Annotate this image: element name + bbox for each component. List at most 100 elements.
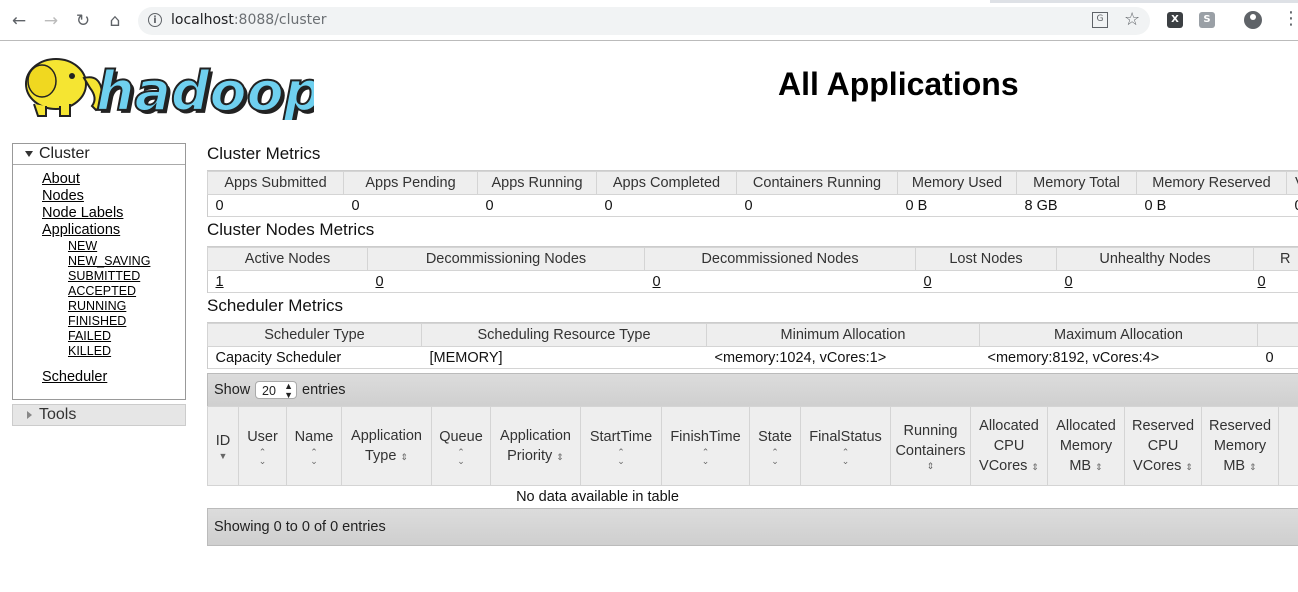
table-info-bar: Showing 0 to 0 of 0 entries <box>207 508 1298 546</box>
tools-label: Tools <box>39 406 77 423</box>
browser-toolbar: ← → ↻ ⌂ i localhost:8088/cluster G ☆ X S… <box>0 0 1298 41</box>
col-reserved-cpu-vcores[interactable]: Reserved CPU VCores ⇕ <box>1124 406 1202 486</box>
hadoop-logo[interactable]: hadoop hadoop <box>14 48 325 126</box>
col-id[interactable]: ID ▼ <box>207 406 239 486</box>
col-allocated-cpu-vcores[interactable]: Allocated CPU VCores ⇕ <box>970 406 1048 486</box>
extension-x-icon[interactable]: X <box>1167 12 1183 28</box>
col-active-nodes: Active Nodes <box>207 247 368 271</box>
sidebar-link-node-labels[interactable]: Node Labels <box>42 205 185 222</box>
table-row: Capacity Scheduler [MEMORY] <memory:1024… <box>207 346 1298 369</box>
sidebar-link-about[interactable]: About <box>42 171 185 188</box>
url-path: :8088/cluster <box>233 12 327 28</box>
col-running-containers-label-1: Running <box>903 423 958 439</box>
cluster-panel: Cluster About Nodes Node Labels Applicat… <box>12 143 186 400</box>
col-state-label: State <box>758 428 792 445</box>
col-reserved-memory-mb[interactable]: Reserved Memory MB ⇕ <box>1201 406 1279 486</box>
col-finalstatus[interactable]: FinalStatus ⌃ ⌄ <box>800 406 891 486</box>
col-user[interactable]: User ⌃ ⌄ <box>238 406 287 486</box>
col-application-priority[interactable]: Application Priority ⇕ <box>490 406 581 486</box>
col-apps-completed: Apps Completed <box>596 171 737 195</box>
link-lost-nodes[interactable]: 0 <box>924 274 932 290</box>
cell-scheduler-type: Capacity Scheduler <box>207 346 422 369</box>
browser-menu-icon[interactable]: ⋮ <box>1282 9 1298 29</box>
link-active-nodes[interactable]: 1 <box>216 274 224 290</box>
sidebar-link-scheduler[interactable]: Scheduler <box>42 369 185 386</box>
cell-apps-pending: 0 <box>343 194 478 217</box>
col-alloc-mem-label-1: Allocated <box>1056 417 1116 434</box>
home-icon[interactable]: ⌂ <box>104 10 126 32</box>
sort-icon: ⇕ <box>556 451 564 462</box>
scheduler-metrics-table: Scheduler Type Scheduling Resource Type … <box>207 323 1298 369</box>
sidebar-link-killed[interactable]: KILLED <box>68 344 185 359</box>
col-application-type[interactable]: Application Type ⇕ <box>341 406 432 486</box>
col-apps-running: Apps Running <box>477 171 597 195</box>
empty-message-text: No data available in table <box>516 489 679 505</box>
sort-icon: ⇕ <box>926 461 935 471</box>
sort-icon: ⇕ <box>1185 461 1193 472</box>
sort-icon: ⇕ <box>1249 461 1257 472</box>
cell-decommissioned-nodes: 0 <box>644 270 916 293</box>
link-unhealthy-nodes[interactable]: 0 <box>1065 274 1073 290</box>
sort-icon: ⌃ ⌄ <box>258 446 267 466</box>
col-running-containers[interactable]: Running Containers ⇕ <box>890 406 971 486</box>
sidebar-link-new-saving[interactable]: NEW_SAVING <box>68 254 185 269</box>
col-res-cpu-label-3: VCores <box>1133 457 1182 474</box>
col-application-type-label-1: Application <box>351 427 422 444</box>
tools-section-header[interactable]: Tools <box>12 404 186 426</box>
active-tab[interactable] <box>0 0 990 3</box>
site-info-icon[interactable]: i <box>148 13 162 27</box>
col-finishtime[interactable]: FinishTime ⌃ ⌄ <box>661 406 750 486</box>
link-decommissioned-nodes[interactable]: 0 <box>653 274 661 290</box>
cell-minimum-allocation: <memory:1024, vCores:1> <box>706 346 980 369</box>
col-decommissioned-nodes: Decommissioned Nodes <box>644 247 916 271</box>
cluster-section-header[interactable]: Cluster <box>13 144 185 165</box>
col-state[interactable]: State ⌃ ⌄ <box>749 406 801 486</box>
col-memory-reserved: Memory Reserved <box>1136 171 1287 195</box>
sort-icon: ⌃ ⌄ <box>617 446 625 466</box>
col-starttime[interactable]: StartTime ⌃ ⌄ <box>580 406 662 486</box>
page-title: All Applications <box>778 66 1019 102</box>
sidebar-link-new[interactable]: NEW <box>68 239 185 254</box>
sidebar-link-failed[interactable]: FAILED <box>68 329 185 344</box>
sort-icon: ⇕ <box>1031 461 1039 472</box>
link-rebooted-nodes[interactable]: 0 <box>1258 274 1266 290</box>
col-user-label: User <box>247 428 278 445</box>
sidebar-link-nodes[interactable]: Nodes <box>42 188 185 205</box>
back-icon[interactable]: ← <box>8 10 30 32</box>
cell-memory-reserved: 0 B <box>1136 194 1287 217</box>
translate-icon[interactable]: G <box>1092 12 1108 28</box>
col-name[interactable]: Name ⌃ ⌄ <box>286 406 342 486</box>
page-size-select[interactable]: 20 ▲ ▼ <box>255 381 297 400</box>
reload-icon[interactable]: ↻ <box>72 10 94 32</box>
col-starttime-label: StartTime <box>589 428 653 445</box>
entries-label: entries <box>302 382 346 398</box>
url-text[interactable]: localhost:8088/cluster <box>171 12 327 28</box>
link-decommissioning-nodes[interactable]: 0 <box>376 274 384 290</box>
sidebar-link-submitted[interactable]: SUBMITTED <box>68 269 185 284</box>
profile-avatar-icon[interactable] <box>1244 11 1262 29</box>
cell-maximum-allocation: <memory:8192, vCores:4> <box>979 346 1258 369</box>
col-memory-total: Memory Total <box>1016 171 1137 195</box>
cluster-label: Cluster <box>39 145 90 162</box>
sidebar-link-applications[interactable]: Applications <box>42 222 185 239</box>
col-res-mem-label-1: Reserved <box>1208 417 1272 434</box>
bookmark-star-icon[interactable]: ☆ <box>1124 9 1140 30</box>
col-finalstatus-label: FinalStatus <box>809 428 882 445</box>
sidebar-link-accepted[interactable]: ACCEPTED <box>68 284 185 299</box>
scheduler-metrics-title: Scheduler Metrics <box>207 296 344 315</box>
col-truncated[interactable] <box>1278 406 1298 486</box>
col-apps-pending: Apps Pending <box>343 171 478 195</box>
col-name-label: Name <box>294 428 334 445</box>
cell-decommissioning-nodes: 0 <box>367 270 645 293</box>
col-scheduler-type: Scheduler Type <box>207 323 422 347</box>
extension-s-icon[interactable]: S <box>1199 12 1215 28</box>
col-res-mem-label-2: Memory <box>1213 437 1267 454</box>
col-queue[interactable]: Queue ⌃ ⌄ <box>431 406 491 486</box>
address-bar[interactable]: i localhost:8088/cluster G ☆ <box>138 7 1150 35</box>
sidebar-link-finished[interactable]: FINISHED <box>68 314 185 329</box>
sidebar-link-running[interactable]: RUNNING <box>68 299 185 314</box>
forward-icon[interactable]: → <box>40 10 62 32</box>
col-allocated-memory-mb[interactable]: Allocated Memory MB ⇕ <box>1047 406 1125 486</box>
cell-vcores: 0 <box>1286 194 1298 217</box>
cell-active-nodes: 1 <box>207 270 368 293</box>
